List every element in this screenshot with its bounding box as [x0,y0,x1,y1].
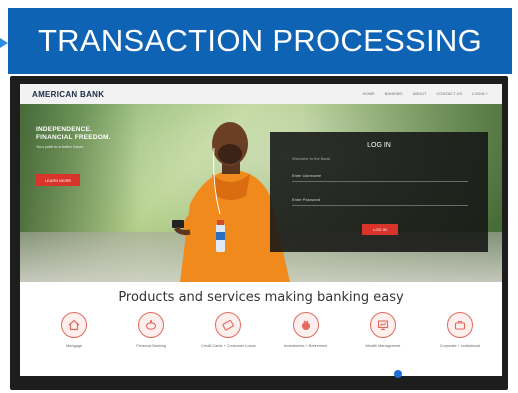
banner-title: TRANSACTION PROCESSING [37,23,483,58]
username-label: Enter Username [292,173,322,178]
learn-more-button[interactable]: LEARN MORE [36,174,80,186]
product-item-wealth-management[interactable]: Wealth Management [351,312,415,368]
products-heading: Products and services making banking eas… [118,290,404,305]
hero-subtitle: Your path to a better future [36,144,84,149]
hero-headline: INDEPENDENCE. FINANCIAL FREEDOM. [36,126,111,141]
password-label: Enter Password [292,197,321,202]
product-label: Corporate + Institutional [439,344,481,348]
nav-item-banking[interactable]: BANKING [385,91,403,96]
product-label: Personal Banking [136,344,167,348]
arrow-marker-icon [0,38,8,48]
product-label: Investments + Retirement [283,344,328,348]
product-label: Credit Cards + Consumer Loans [201,344,256,348]
home-icon[interactable] [61,312,87,338]
product-item-credit-cards[interactable]: Credit Cards + Consumer Loans [196,312,260,368]
website-screenshot: AMERICAN BANK HOME BANKING ABOUT CONTACT… [20,84,502,376]
product-item-personal-banking[interactable]: Personal Banking [119,312,183,368]
monitor-frame-edge [10,86,20,104]
product-label: Mortgage [65,344,83,348]
login-subtitle: Welcome to the Bank [292,156,330,161]
nav-item-contact[interactable]: CONTACT US [436,91,462,96]
password-field[interactable]: Enter Password [292,196,468,206]
briefcase-icon[interactable] [446,312,473,338]
site-navbar: AMERICAN BANK HOME BANKING ABOUT CONTACT… [20,84,502,104]
chart-screen-icon[interactable] [369,312,396,338]
nav-item-login[interactable]: LOGIN + [472,91,488,96]
login-panel: LOG IN Welcome to the Bank Enter Usernam… [270,132,488,252]
nav-menu: HOME BANKING ABOUT CONTACT US LOGIN + [363,91,488,96]
brand-logo[interactable]: AMERICAN BANK [32,90,104,99]
login-button[interactable]: LOG IN [362,224,398,235]
product-item-investments[interactable]: Investments + Retirement [274,312,338,368]
product-item-mortgage[interactable]: Mortgage [42,312,106,368]
title-banner: TRANSACTION PROCESSING [8,8,512,74]
username-field[interactable]: Enter Username [292,172,468,182]
piggy-bank-icon[interactable] [138,312,165,338]
login-title: LOG IN [367,142,391,149]
hero-section: INDEPENDENCE. FINANCIAL FREEDOM. Your pa… [20,104,502,282]
product-label: Wealth Management [365,344,401,348]
hero-text-block: INDEPENDENCE. FINANCIAL FREEDOM. Your pa… [36,126,126,149]
nav-item-about[interactable]: ABOUT [413,91,427,96]
product-list: Mortgage Personal Banking Credit Cards +… [42,312,492,368]
slide: TRANSACTION PROCESSING AMERICAN BANK HOM… [0,0,518,393]
nav-item-home[interactable]: HOME [363,91,375,96]
dot-marker [394,370,402,378]
product-item-corporate[interactable]: Corporate + Institutional [428,312,492,368]
money-bag-icon[interactable] [292,312,319,338]
credit-card-icon[interactable] [215,312,242,338]
